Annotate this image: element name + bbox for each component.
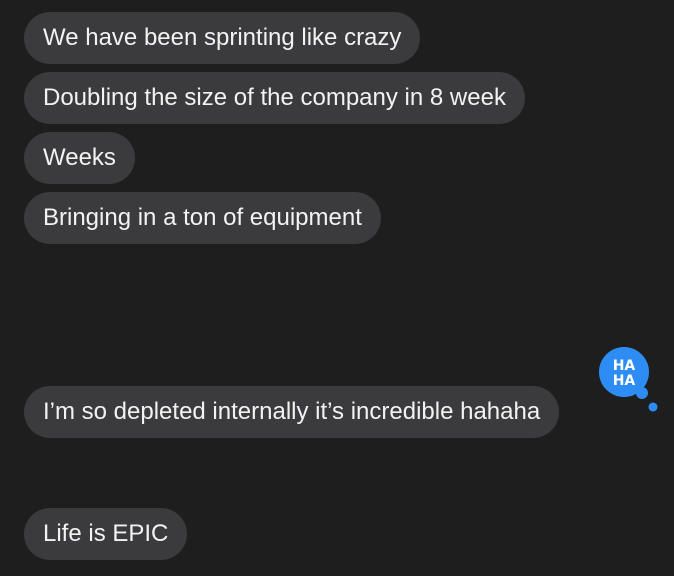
message-text: Bringing in a ton of equipment	[43, 204, 362, 231]
message-bubble[interactable]: We have been sprinting like crazy	[24, 12, 421, 64]
message-text: Life is EPIC	[43, 520, 169, 547]
haha-tapback-icon[interactable]: HA HA	[596, 344, 658, 412]
message-text: I’m so depleted internally it’s incredib…	[43, 398, 541, 425]
message-bubble[interactable]: Weeks	[24, 132, 135, 184]
message-bubble[interactable]: Bringing in a ton of equipment	[6, 192, 381, 245]
message-text: Doubling the size of the company in 8 we…	[43, 84, 506, 111]
tapback-label-line2: HA	[613, 373, 636, 389]
tapback-label-line1: HA	[613, 358, 636, 374]
message-text: Weeks	[43, 144, 116, 171]
message-bubble[interactable]: Life is EPIC	[5, 508, 188, 561]
message-bubble[interactable]: Doubling the size of the company in 8 we…	[24, 72, 525, 124]
message-bubble[interactable]: I’m so depleted internally it’s incredib…	[5, 386, 560, 439]
message-text: We have been sprinting like crazy	[43, 24, 402, 51]
